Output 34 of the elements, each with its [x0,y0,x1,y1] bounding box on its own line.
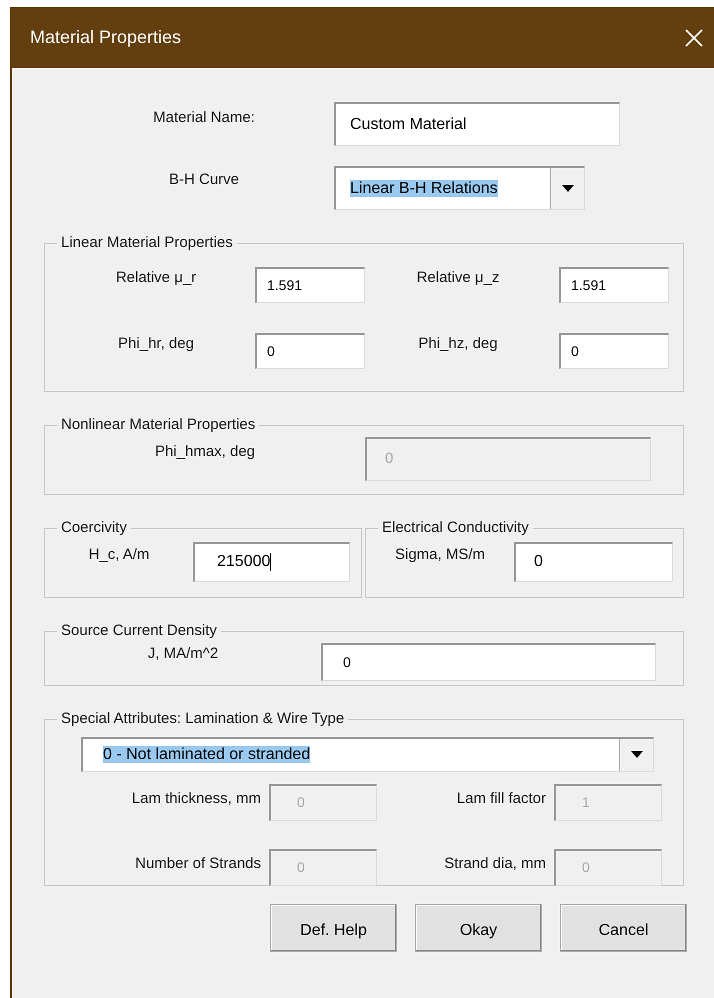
input-field[interactable]: 0 [514,542,673,582]
dialog-button[interactable]: Cancel [560,904,687,952]
field-label: Lam thickness, mm [132,788,261,809]
field-label: Lam fill factor [456,788,546,809]
input-field[interactable]: 0 [255,332,365,368]
group-title: Coercivity [60,518,128,538]
group-title: Nonlinear Material Properties [60,415,256,435]
field-label: J, MA/m^2 [148,644,218,664]
field-label: Number of Strands [135,854,261,874]
group-title: Special Attributes: Lamination & Wire Type [60,709,346,729]
field-label: H_c, A/m [88,545,150,566]
group-title: Linear Material Properties [60,233,234,253]
dialog-button[interactable]: Def. Help [270,904,397,952]
input-field[interactable]: 215000 [193,542,350,582]
field-label: Relative μ_r [116,268,196,288]
group-title: Source Current Density [60,621,218,641]
input-field[interactable]: Custom Material [334,102,620,146]
input-field[interactable]: 1.591 [255,266,365,302]
window-title: Material Properties [30,26,182,49]
input-field[interactable]: 0 [321,642,656,680]
field-label: Material Name: [153,108,255,126]
dropdown[interactable]: Linear B-H Relations [334,166,585,210]
field-label: Strand dia, mm [444,854,546,874]
field-label: Phi_hz, deg [418,334,498,354]
field-label: Relative μ_z [416,268,500,288]
dropdown[interactable]: 0 - Not laminated or stranded [81,736,654,772]
field-label: Sigma, MS/m [394,545,485,566]
field-label: B-H Curve [168,170,239,188]
input-field[interactable]: 1.591 [559,266,669,302]
dialog-button[interactable]: Okay [415,904,542,952]
input-field[interactable]: 0 [559,332,669,368]
group-title: Electrical Conductivity [381,518,530,538]
field-label: Phi_hmax, deg [154,442,256,462]
field-label: Phi_hr, deg [118,334,194,354]
